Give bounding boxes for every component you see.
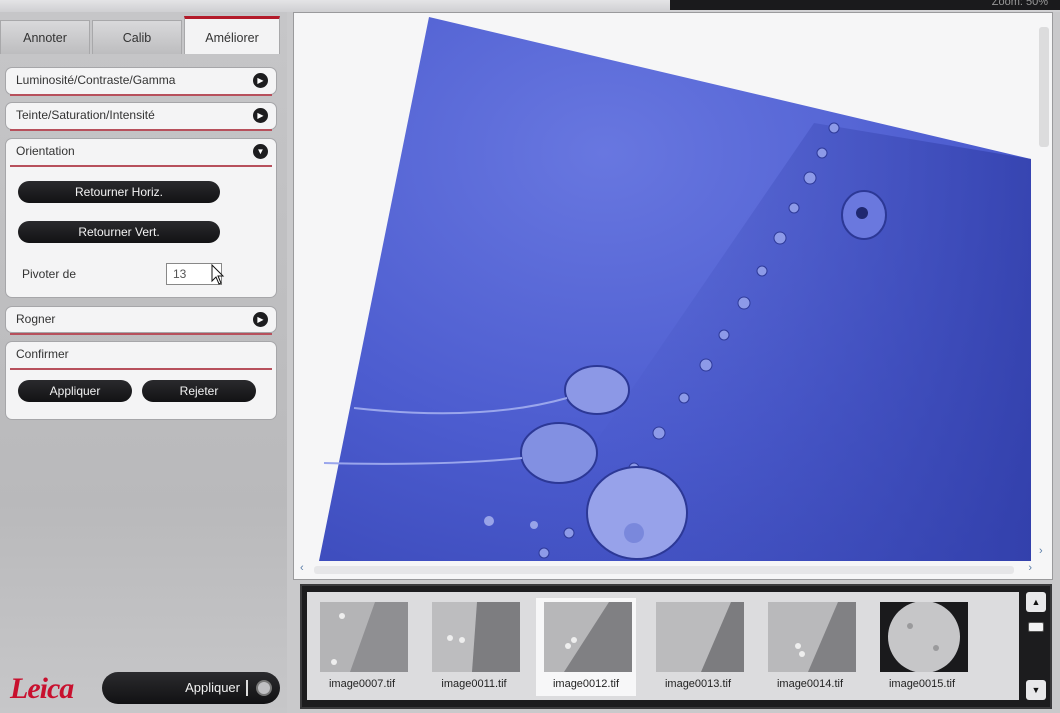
leica-logo: Leica: [10, 672, 74, 705]
tab-bar: Annoter Calib Améliorer: [0, 16, 282, 54]
collapse-icon[interactable]: ▼: [253, 144, 268, 159]
flip-horizontal-button[interactable]: Retourner Horiz.: [18, 181, 220, 203]
thumbnail-caption: image0011.tif: [441, 678, 507, 690]
scroll-left-arrow-icon[interactable]: ‹: [300, 562, 304, 574]
section-confirmer: Confirmer Appliquer Rejeter: [5, 341, 277, 420]
scroll-thumb[interactable]: [1028, 622, 1044, 632]
reject-button[interactable]: Rejeter: [142, 380, 256, 402]
thumbnail-caption: image0013.tif: [664, 678, 732, 690]
tab-calib[interactable]: Calib: [92, 20, 182, 54]
main-apply-label: Appliquer: [185, 680, 240, 695]
chevron-down-icon[interactable]: ▼: [1026, 680, 1046, 700]
apply-button[interactable]: Appliquer: [18, 380, 132, 402]
thumbnail-caption: image0007.tif: [328, 678, 396, 690]
thumbnail-caption: image0012.tif: [552, 678, 620, 690]
thumbnail-item[interactable]: image0014.tif: [760, 598, 860, 696]
flip-vertical-button[interactable]: Retourner Vert.: [18, 221, 220, 243]
thumbnail-item[interactable]: image0013.tif: [648, 598, 748, 696]
tab-ameliorer[interactable]: Améliorer: [184, 16, 280, 54]
divider: [10, 333, 272, 335]
thumbnail-item[interactable]: image0011.tif: [424, 598, 524, 696]
image-viewer[interactable]: › ‹ ›: [293, 12, 1053, 580]
expand-icon[interactable]: ▶: [253, 108, 268, 123]
section-luminosite[interactable]: Luminosité/Contraste/Gamma ▶: [5, 67, 277, 96]
separator: [246, 680, 248, 696]
vertical-scrollbar[interactable]: ›: [1038, 17, 1050, 557]
section-teinte[interactable]: Teinte/Saturation/Intensité ▶: [5, 102, 277, 131]
section-title: Rogner: [16, 312, 56, 326]
section-title: Orientation: [16, 144, 75, 158]
thumbnail-list: image0007.tif image0011.tif image0012.ti…: [307, 592, 1019, 700]
zoom-readout: Zoom: 50%: [991, 0, 1048, 8]
scroll-down-arrow-icon[interactable]: ›: [1039, 545, 1043, 557]
thumbnail-image: [880, 602, 968, 672]
thumbnail-image: [544, 602, 632, 672]
top-status-bar: Zoom: 50%: [670, 0, 1060, 10]
thumbnail-image: [320, 602, 408, 672]
divider: [10, 165, 272, 167]
thumbnail-image: [432, 602, 520, 672]
thumbnail-caption: image0014.tif: [776, 678, 844, 690]
thumbnail-item[interactable]: image0015.tif: [872, 598, 972, 696]
rotate-label: Pivoter de: [22, 267, 77, 281]
thumbnail-item[interactable]: image0007.tif: [312, 598, 412, 696]
section-orientation: Orientation ▼ Retourner Horiz. Retourner…: [5, 138, 277, 298]
section-rogner[interactable]: Rogner ▶: [5, 306, 277, 335]
tool-panel: Annoter Calib Améliorer Luminosité/Contr…: [0, 12, 287, 713]
expand-icon[interactable]: ▶: [253, 312, 268, 327]
tab-annoter[interactable]: Annoter: [0, 20, 90, 54]
section-title: Confirmer: [16, 347, 69, 361]
expand-icon[interactable]: ▶: [253, 73, 268, 88]
thumbnail-item-selected[interactable]: image0012.tif: [536, 598, 636, 696]
thumbnail-caption: image0015.tif: [888, 678, 956, 690]
rotate-value: 13: [173, 267, 187, 281]
mouse-cursor-icon: [211, 264, 225, 285]
status-dot-icon: [256, 680, 272, 696]
thumbnail-strip: image0007.tif image0011.tif image0012.ti…: [300, 584, 1052, 709]
microscope-image: [319, 17, 1031, 561]
section-title: Luminosité/Contraste/Gamma: [16, 73, 176, 87]
vertical-scroll-thumb[interactable]: [1039, 27, 1049, 147]
horizontal-scroll-track[interactable]: [314, 566, 1014, 574]
divider: [10, 129, 272, 131]
divider: [10, 94, 272, 96]
thumbnail-scrollbar[interactable]: ▲ ▼: [1026, 592, 1046, 700]
horizontal-scrollbar[interactable]: ‹ ›: [296, 562, 1036, 577]
chevron-up-icon[interactable]: ▲: [1026, 592, 1046, 612]
thumbnail-image: [768, 602, 856, 672]
divider: [10, 368, 272, 370]
main-apply-button[interactable]: Appliquer: [102, 672, 280, 704]
thumbnail-image: [656, 602, 744, 672]
section-title: Teinte/Saturation/Intensité: [16, 108, 155, 122]
scroll-right-arrow-icon[interactable]: ›: [1028, 562, 1032, 574]
